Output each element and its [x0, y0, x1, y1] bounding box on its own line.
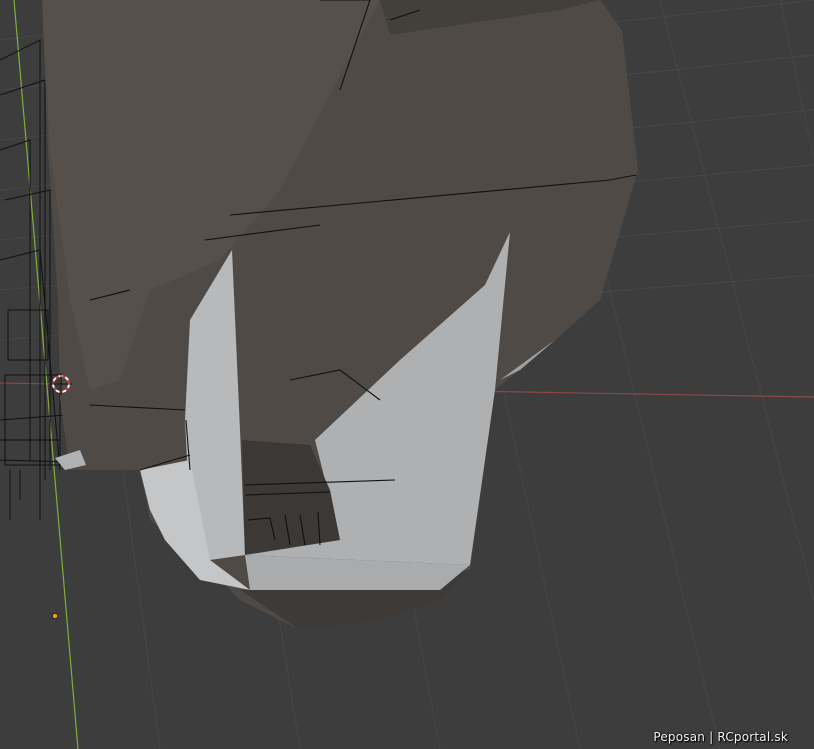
object-origin-icon[interactable]: [52, 613, 58, 619]
watermark-text: Peposan | RCportal.sk: [653, 730, 788, 744]
3d-viewport[interactable]: Peposan | RCportal.sk: [0, 0, 814, 749]
viewport-scene[interactable]: [0, 0, 814, 749]
